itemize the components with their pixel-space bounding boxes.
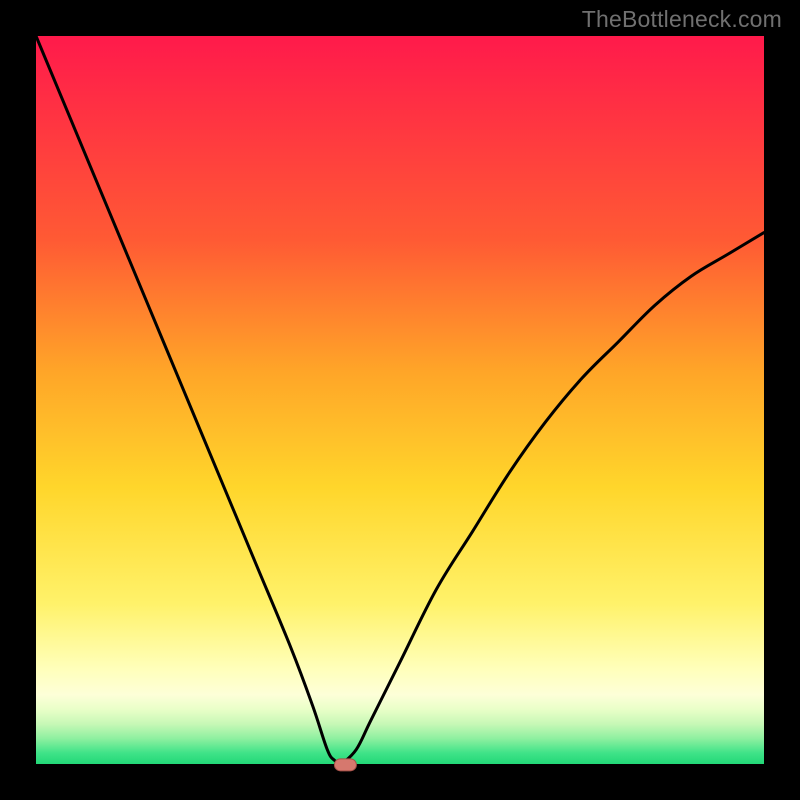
chart-frame: TheBottleneck.com (0, 0, 800, 800)
bottleneck-chart (0, 0, 800, 800)
plot-background (36, 36, 764, 764)
watermark-text: TheBottleneck.com (582, 6, 782, 33)
optimal-point-marker (334, 759, 356, 771)
